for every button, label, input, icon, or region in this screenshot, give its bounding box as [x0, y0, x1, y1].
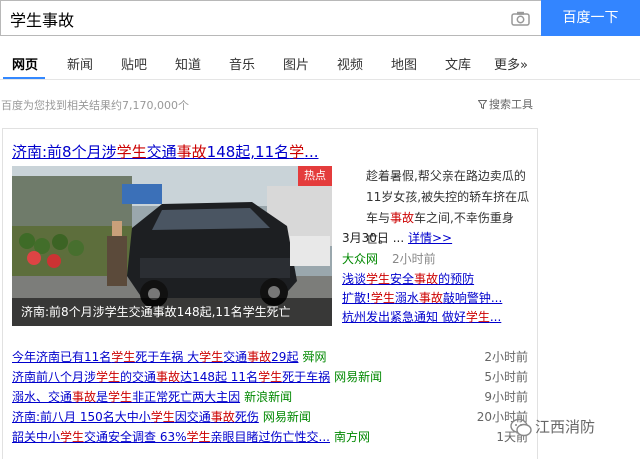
list-item-source: 网易新闻	[262, 410, 311, 424]
summary-highlight: 事故	[390, 211, 415, 225]
tab-news[interactable]: 新闻	[67, 54, 93, 73]
list-item-time: 2小时前	[484, 350, 528, 364]
title-highlight: 学生	[116, 143, 147, 161]
list-item-time: 5小时前	[484, 370, 528, 384]
search-tools-button[interactable]: 搜索工具	[478, 96, 533, 112]
title-text: 交通	[146, 143, 177, 161]
tab-music[interactable]: 音乐	[229, 54, 255, 73]
funnel-icon	[478, 100, 487, 109]
camera-icon[interactable]	[511, 11, 530, 26]
tab-map[interactable]: 地图	[391, 54, 417, 73]
search-box	[0, 0, 541, 36]
result-count: 百度为您找到相关结果约7,170,000个	[1, 99, 189, 112]
tab-images[interactable]: 图片	[283, 54, 309, 73]
list-item-source: 新浪新闻	[244, 390, 293, 404]
list-item: 济南前八个月涉学生的交通事故达148起 11名学生死于车祸 网易新闻 5小时前	[12, 368, 532, 388]
tab-zhidao[interactable]: 知道	[175, 54, 201, 73]
more-details-link[interactable]: 详情>>	[408, 231, 452, 245]
watermark: 江西消防	[510, 416, 595, 440]
chat-bubble-icon	[510, 418, 532, 436]
news-source: 大众网	[342, 252, 379, 266]
hot-badge: 热点	[298, 166, 332, 186]
news-list: 今年济南已有11名学生死于车祸 大学生交通事故29起 舜网 2小时前 济南前八个月…	[12, 348, 532, 448]
search-button[interactable]: 百度一下	[541, 0, 640, 36]
related-link[interactable]: 扩散!学生溺水事故敲响警钟...	[342, 289, 532, 308]
list-item: 溺水、交通事故是学生非正常死亡两大主因 新浪新闻 9小时前	[12, 388, 532, 408]
watermark-text: 江西消防	[535, 418, 596, 436]
title-text: 济南:前8个月涉	[12, 143, 117, 161]
related-links: 浅谈学生安全事故的预防 扩散!学生溺水事故敲响警钟... 杭州发出紧急通知 做好…	[342, 270, 532, 327]
list-item: 今年济南已有11名学生死于车祸 大学生交通事故29起 舜网 2小时前	[12, 348, 532, 368]
tab-web[interactable]: 网页	[12, 54, 38, 73]
list-item-source: 舜网	[302, 350, 327, 364]
image-caption: 济南:前8个月涉学生交通事故148起,11名学生死亡	[12, 298, 332, 326]
title-text: 148起,11名	[206, 143, 290, 161]
related-link[interactable]: 杭州发出紧急通知 做好学生...	[342, 308, 532, 327]
related-link[interactable]: 浅谈学生安全事故的预防	[342, 270, 532, 289]
search-bar: 百度一下	[0, 0, 640, 36]
list-item: 济南:前八月 150名大中小学生因交通事故死伤 网易新闻 20小时前	[12, 408, 532, 428]
search-tabs: 网页 新闻 贴吧 知道 音乐 图片 视频 地图 文库 更多»	[0, 48, 640, 80]
list-item-source: 网易新闻	[334, 370, 383, 384]
list-item-link[interactable]: 济南:前八月 150名大中小学生因交通事故死伤	[12, 410, 259, 424]
tab-video[interactable]: 视频	[337, 54, 363, 73]
source-line: 大众网 2小时前	[342, 250, 436, 267]
search-tools-label: 搜索工具	[489, 98, 533, 111]
tab-more[interactable]: 更多»	[494, 54, 528, 73]
active-tab-indicator	[3, 77, 45, 79]
list-item-time: 9小时前	[484, 390, 528, 404]
tab-tieba[interactable]: 贴吧	[121, 54, 147, 73]
card-title-link[interactable]: 济南:前8个月涉学生交通事故148起,11名学...	[12, 141, 318, 162]
title-highlight: 学	[289, 143, 305, 161]
title-text: ...	[304, 143, 319, 161]
list-item-link[interactable]: 溺水、交通事故是学生非正常死亡两大主因	[12, 390, 240, 404]
list-item-link[interactable]: 济南前八个月涉学生的交通事故达148起 11名学生死于车祸	[12, 370, 330, 384]
news-date: 3月30日 ...	[342, 231, 405, 245]
news-card: 济南:前8个月涉学生交通事故148起,11名学... 热点 济南:前8个月涉学生…	[2, 128, 538, 459]
news-photo[interactable]: 热点 济南:前8个月涉学生交通事故148起,11名学生死亡	[12, 166, 332, 326]
list-item-source: 南方网	[334, 430, 371, 444]
list-item-link[interactable]: 韶关中小学生交通安全调查 63%学生亲眼目睹过伤亡性交...	[12, 430, 330, 444]
list-item: 韶关中小学生交通安全调查 63%学生亲眼目睹过伤亡性交... 南方网 1天前	[12, 428, 532, 448]
search-input[interactable]	[10, 7, 490, 31]
date-source-block: 3月30日 ... 详情>>	[342, 229, 452, 246]
list-item-link[interactable]: 今年济南已有11名学生死于车祸 大学生交通事故29起	[12, 350, 298, 364]
tab-wenku[interactable]: 文库	[445, 54, 471, 73]
news-time: 2小时前	[392, 252, 436, 266]
title-highlight: 事故	[176, 143, 207, 161]
